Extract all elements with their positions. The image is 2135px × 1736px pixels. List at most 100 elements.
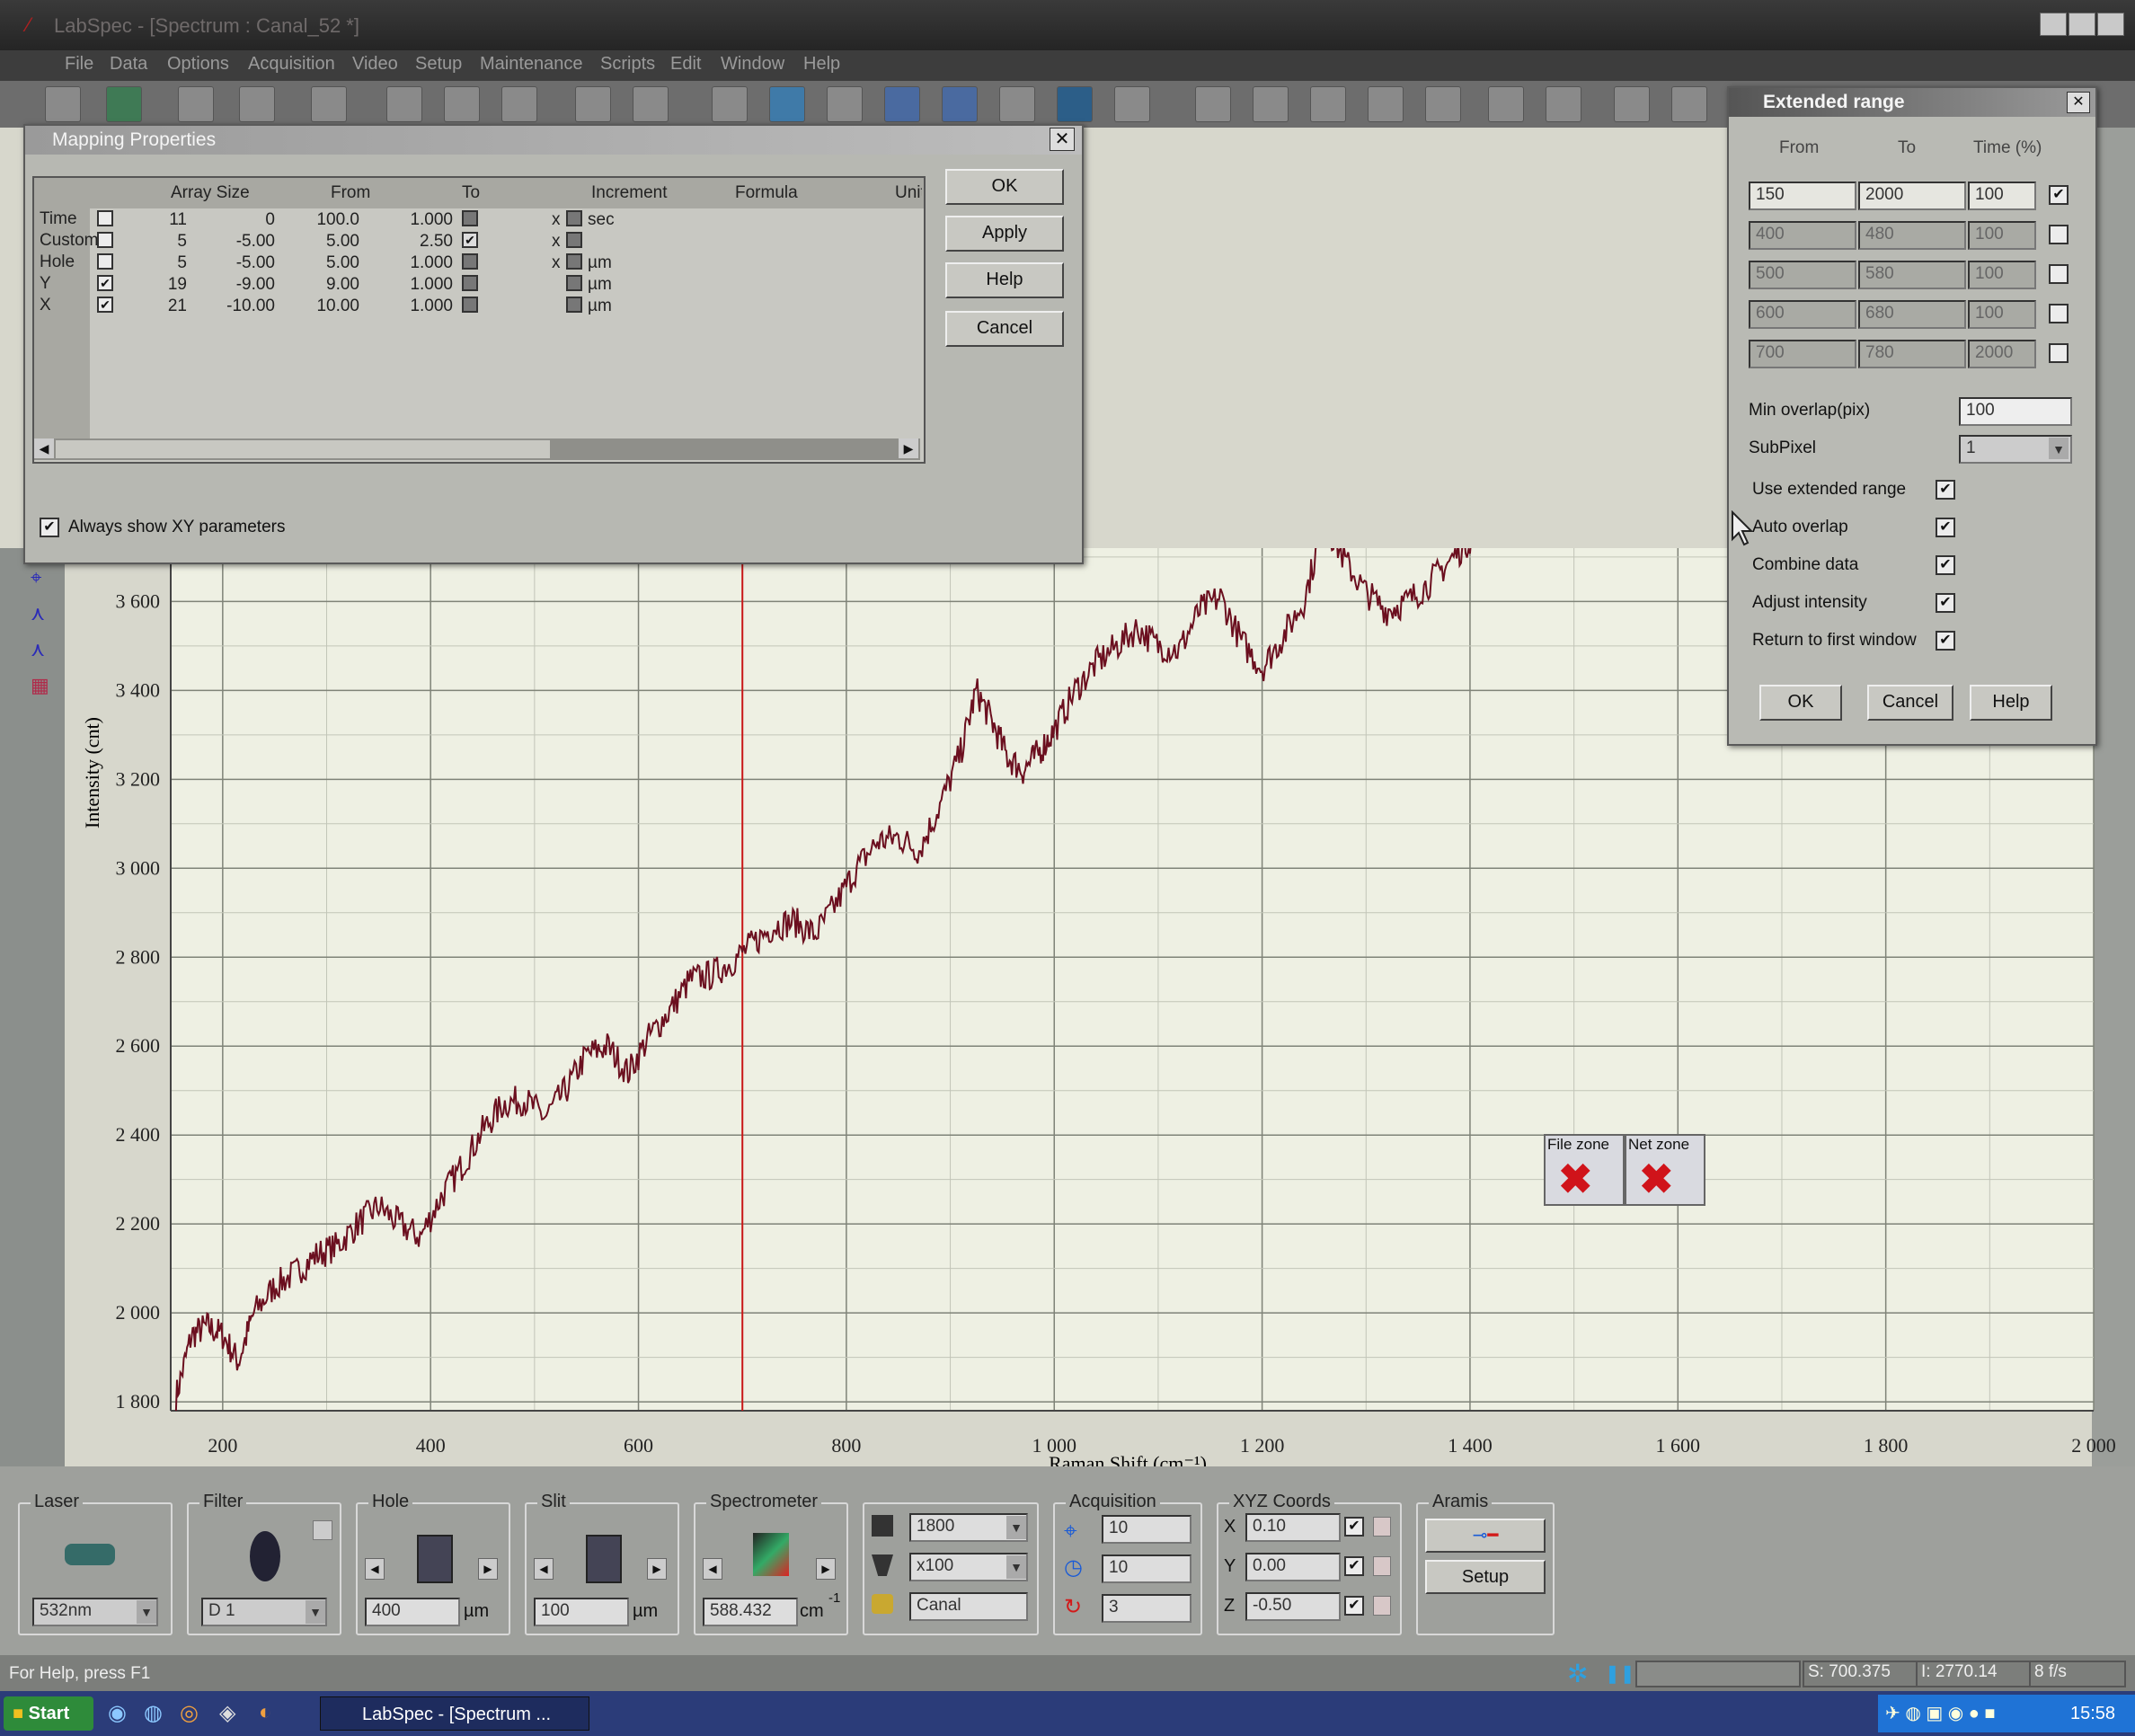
mapping-row-checkbox[interactable]: ✔ [97,275,113,291]
filter-select[interactable]: D 1 ▼ [201,1598,327,1626]
ext-time-input[interactable]: 100 [1968,221,2036,250]
aramis-setup-button[interactable]: Setup [1425,1560,1546,1594]
ext-option-checkbox[interactable]: ✔ [1936,593,1955,613]
y-coord-checkbox[interactable]: ✔ [1344,1556,1364,1576]
ext-option-checkbox[interactable]: ✔ [1936,555,1955,575]
ext-time-input[interactable]: 100 [1968,300,2036,329]
scroll-left-icon[interactable]: ◀ [34,438,54,458]
ext-option-checkbox[interactable]: ✔ [1936,480,1955,500]
mapping-row[interactable]: Y ✔ 19 -9.00 9.00 1.000 µm [34,273,915,295]
file-zone[interactable]: File zone ✖ [1544,1134,1625,1206]
mapping-increment-checkbox[interactable]: ✔ [462,232,478,248]
mapping-increment[interactable]: 2.50 [420,232,453,252]
detector-input[interactable]: Canal [909,1592,1028,1621]
ext-to-input[interactable]: 580 [1858,261,1966,289]
mapping-help-button[interactable]: Help [945,262,1064,298]
mapping-row-checkbox[interactable] [97,232,113,248]
ext-from-input[interactable]: 400 [1749,221,1856,250]
ext-to-input[interactable]: 2000 [1858,182,1966,210]
mapping-array-size[interactable]: 21 [168,297,187,316]
mapping-formula-checkbox[interactable] [566,210,582,226]
aramis-laser-button[interactable]: ⊸━ [1425,1519,1546,1553]
mapping-grid-scrollbar[interactable]: ◀ ▶ [34,438,920,460]
ext-to-input[interactable]: 480 [1858,221,1966,250]
mapping-row[interactable]: Custom 5 -5.00 5.00 2.50 ✔ x [34,230,915,252]
extended-cancel-button[interactable]: Cancel [1867,685,1953,721]
mapping-formula[interactable]: x [552,253,561,273]
mapping-from[interactable]: 0 [265,210,275,230]
start-button[interactable]: ■ Start [4,1696,93,1731]
mapping-dialog-close-button[interactable]: ✕ [1050,128,1075,151]
ext-option-checkbox[interactable]: ✔ [1936,631,1955,651]
ext-to-input[interactable]: 680 [1858,300,1966,329]
mapping-to[interactable]: 5.00 [326,232,359,252]
file-zone-delete-icon[interactable]: ✖ [1558,1158,1593,1200]
extended-dialog-close-button[interactable]: ✕ [2067,92,2090,113]
ext-row-checkbox[interactable] [2049,225,2069,244]
mapping-row-checkbox[interactable] [97,210,113,226]
mapping-increment-checkbox[interactable] [462,210,478,226]
mapping-array-size[interactable]: 19 [168,275,187,295]
y-coord-input[interactable]: 0.00 [1245,1553,1341,1581]
ext-from-input[interactable]: 600 [1749,300,1856,329]
ext-row-checkbox[interactable] [2049,343,2069,363]
ext-row-checkbox[interactable]: ✔ [2049,185,2069,205]
hole-increase-icon[interactable]: ▶ [478,1558,498,1580]
extended-ok-button[interactable]: OK [1759,685,1842,721]
quicklaunch-app-icon[interactable]: ◎ [180,1700,199,1726]
objective-chevron-down-icon[interactable]: ▼ [1006,1555,1026,1579]
mapping-increment-checkbox[interactable] [462,253,478,270]
mapping-array-size[interactable]: 5 [177,232,187,252]
ext-to-input[interactable]: 780 [1858,340,1966,368]
scroll-right-icon[interactable]: ▶ [899,438,918,458]
scroll-thumb[interactable] [56,440,550,458]
subpixel-select[interactable]: 1 ▼ [1959,435,2072,464]
quicklaunch-ie-icon[interactable]: ◉ [108,1700,127,1726]
slit-increase-icon[interactable]: ▶ [647,1558,667,1580]
mapping-increment[interactable]: 1.000 [410,210,453,230]
quicklaunch-labspec-icon[interactable]: ◈ [219,1700,235,1726]
spectrometer-increase-icon[interactable]: ▶ [816,1558,836,1580]
spectrometer-input[interactable]: 588.432 [703,1598,798,1626]
z-coord-input[interactable]: -0.50 [1245,1592,1341,1621]
quicklaunch-desktop-icon[interactable]: ◍ [144,1700,163,1726]
filter-chevron-down-icon[interactable]: ▼ [306,1600,325,1624]
mapping-array-size[interactable]: 11 [169,210,187,230]
x-coord-lock-icon[interactable] [1373,1517,1391,1537]
mapping-from[interactable]: -9.00 [236,275,275,295]
ext-row-checkbox[interactable] [2049,304,2069,323]
net-zone[interactable]: Net zone ✖ [1625,1134,1705,1206]
z-coord-checkbox[interactable]: ✔ [1344,1596,1364,1616]
objective-select[interactable]: x100 ▼ [909,1553,1028,1581]
mapping-to[interactable]: 9.00 [326,275,359,295]
hole-input[interactable]: 400 [365,1598,460,1626]
mapping-from[interactable]: -5.00 [236,253,275,273]
mapping-to[interactable]: 5.00 [326,253,359,273]
ext-time-input[interactable]: 100 [1968,182,2036,210]
mapping-cancel-button[interactable]: Cancel [945,311,1064,347]
grating-select[interactable]: 1800 ▼ [909,1513,1028,1542]
ext-option-checkbox[interactable]: ✔ [1936,518,1955,537]
min-overlap-input[interactable]: 100 [1959,397,2072,426]
mapping-formula-checkbox[interactable] [566,297,582,313]
ext-row-checkbox[interactable] [2049,264,2069,284]
acquisition-repeat-input[interactable]: 3 [1102,1594,1192,1623]
slit-decrease-icon[interactable]: ◀ [534,1558,554,1580]
mapping-to[interactable]: 10.00 [316,297,359,316]
mapping-from[interactable]: -5.00 [236,232,275,252]
mapping-ok-button[interactable]: OK [945,169,1064,205]
mapping-increment-checkbox[interactable] [462,297,478,313]
z-coord-lock-icon[interactable] [1373,1596,1391,1616]
mapping-formula-checkbox[interactable] [566,253,582,270]
mapping-apply-button[interactable]: Apply [945,216,1064,252]
x-coord-input[interactable]: 0.10 [1245,1513,1341,1542]
acquisition-time-input[interactable]: 10 [1102,1515,1192,1544]
mapping-increment[interactable]: 1.000 [410,275,453,295]
mapping-row[interactable]: Hole 5 -5.00 5.00 1.000 x µm [34,252,915,273]
status-pause-icon[interactable]: ❚❚ [1605,1662,1635,1685]
ext-time-input[interactable]: 2000 [1968,340,2036,368]
y-coord-lock-icon[interactable] [1373,1556,1391,1576]
mapping-to[interactable]: 100.0 [316,210,359,230]
mapping-formula[interactable]: x [552,210,561,230]
mapping-from[interactable]: -10.00 [226,297,275,316]
